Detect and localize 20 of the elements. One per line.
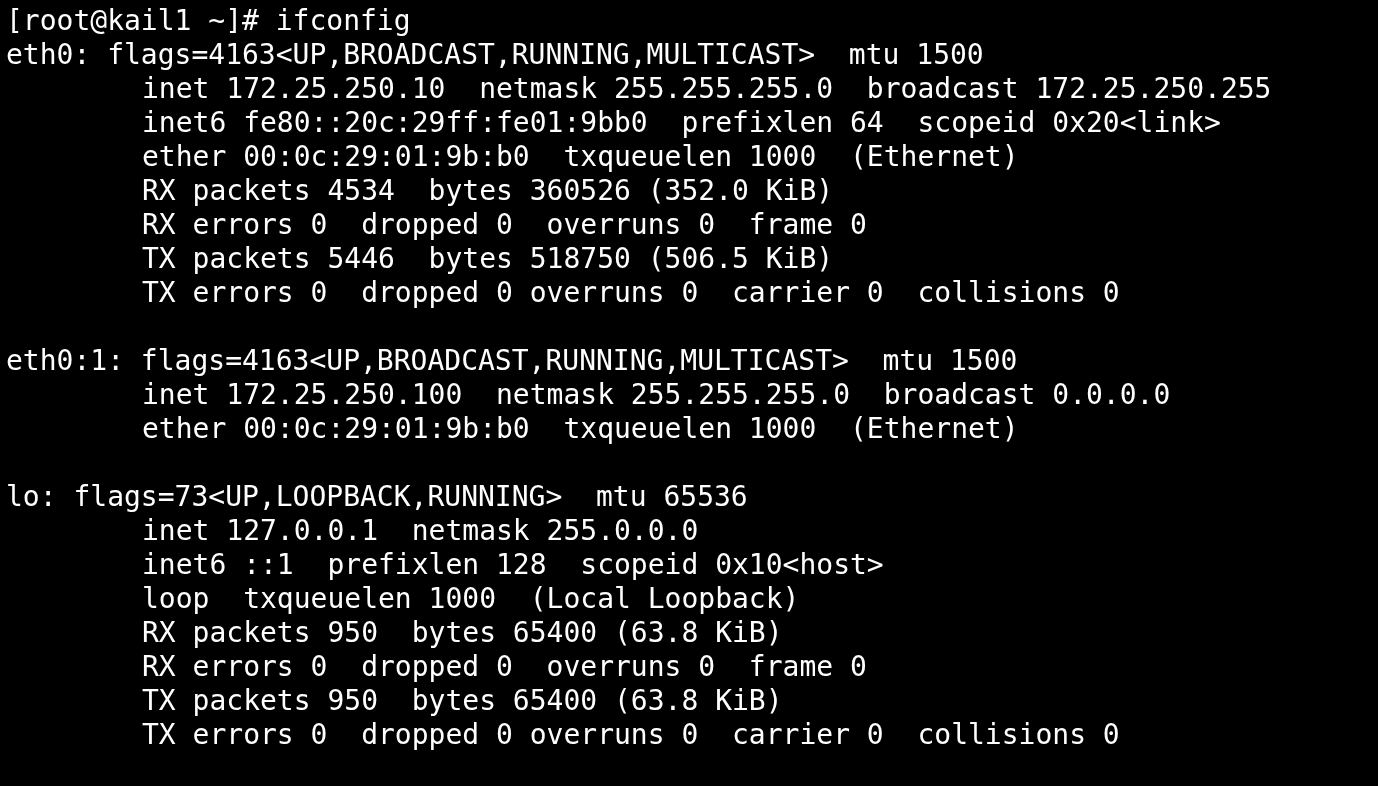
terminal-line: TX packets 5446 bytes 518750 (506.5 KiB): [142, 242, 834, 276]
terminal-line: ether 00:0c:29:01:9b:b0 txqueuelen 1000 (Ethernet): [142, 140, 1019, 174]
terminal-line: inet6 fe80::20c:29ff:fe01:9bb0 prefixlen 64 scopeid 0x20<link>: [142, 106, 1221, 140]
terminal-line: RX errors 0 dropped 0 overruns 0 frame 0: [142, 650, 867, 684]
terminal-line: TX packets 950 bytes 65400 (63.8 KiB): [142, 684, 783, 718]
terminal-line: inet 172.25.250.10 netmask 255.255.255.0 broadcast 172.25.250.255: [142, 72, 1272, 106]
terminal-line: RX packets 950 bytes 65400 (63.8 KiB): [142, 616, 783, 650]
terminal-line: RX errors 0 dropped 0 overruns 0 frame 0: [142, 208, 867, 242]
terminal-line: lo: flags=73<UP,LOOPBACK,RUNNING> mtu 65536: [6, 480, 748, 514]
terminal-line: inet6 ::1 prefixlen 128 scopeid 0x10<host>: [142, 548, 884, 582]
terminal-line: TX errors 0 dropped 0 overruns 0 carrier 0 collisions 0: [142, 276, 1120, 310]
terminal-line: RX packets 4534 bytes 360526 (352.0 KiB): [142, 174, 834, 208]
terminal-line: [root@kail1 ~]# ifconfig: [6, 4, 411, 38]
terminal-line: eth0: flags=4163<UP,BROADCAST,RUNNING,MULTICAST> mtu 1500: [6, 38, 984, 72]
terminal-line: inet 127.0.0.1 netmask 255.0.0.0: [142, 514, 699, 548]
terminal-line: TX errors 0 dropped 0 overruns 0 carrier 0 collisions 0: [142, 718, 1120, 752]
terminal-line: ether 00:0c:29:01:9b:b0 txqueuelen 1000 (Ethernet): [142, 412, 1019, 446]
terminal-line: inet 172.25.250.100 netmask 255.255.255.0 broadcast 0.0.0.0: [142, 378, 1171, 412]
terminal-line: loop txqueuelen 1000 (Local Loopback): [142, 582, 800, 616]
terminal-line: eth0:1: flags=4163<UP,BROADCAST,RUNNING,MULTICAST> mtu 1500: [6, 344, 1018, 378]
